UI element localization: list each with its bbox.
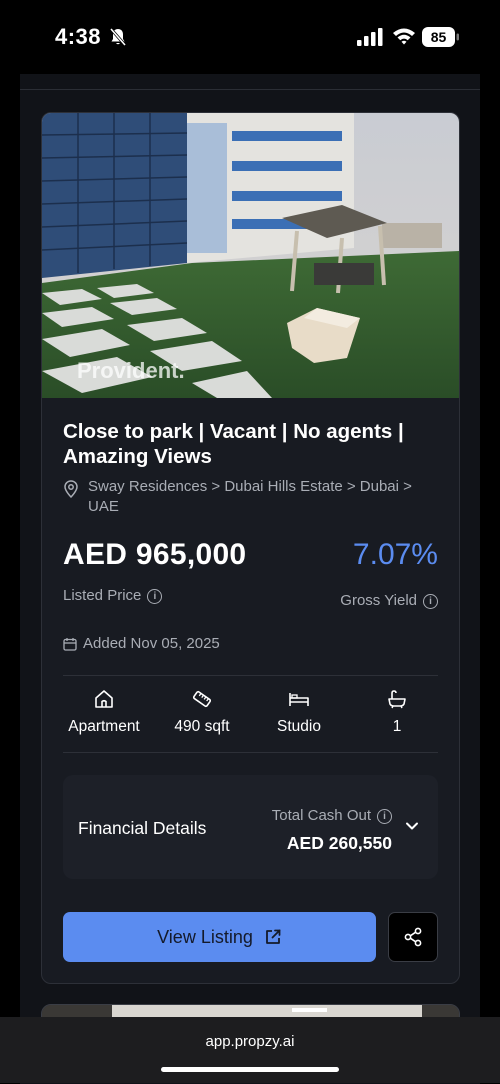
bed-icon — [289, 693, 309, 706]
calendar-icon — [63, 638, 77, 651]
info-icon[interactable]: i — [147, 588, 163, 604]
listed-price-label-text: Listed Price — [63, 587, 142, 604]
chevron-down-icon[interactable] — [405, 819, 419, 833]
bath-icon — [388, 690, 406, 709]
share-button[interactable] — [388, 912, 438, 962]
listing-photo[interactable]: Provident. — [42, 113, 459, 398]
feature-label: 1 — [392, 718, 402, 735]
feature-label: Studio — [277, 718, 321, 735]
view-listing-label: View Listing — [157, 926, 253, 947]
divider — [63, 675, 438, 676]
listed-price-label: Listed Price i — [63, 587, 163, 604]
total-cash-out-value: AED 260,550 — [286, 833, 392, 853]
feature-area: 490 sqft — [152, 688, 252, 736]
listed-price: AED 965,000 — [63, 538, 247, 571]
feature-bathrooms: 1 — [347, 688, 447, 736]
view-listing-button[interactable]: View Listing — [63, 912, 376, 962]
listing-card[interactable]: Provident. Close to park | Vacant | No a… — [41, 112, 460, 984]
divider — [63, 752, 438, 753]
cellular-signal-icon — [357, 28, 383, 46]
gross-yield-label: Gross Yield i — [340, 592, 438, 609]
financial-details-label: Financial Details — [78, 818, 207, 838]
gross-yield: 7.07% — [352, 538, 438, 571]
status-bar: 4:38 85 — [0, 0, 500, 74]
ruler-icon — [192, 690, 212, 708]
external-link-icon — [265, 929, 281, 944]
location-pin-icon — [64, 480, 78, 498]
total-cash-out-label-text: Total Cash Out — [271, 807, 371, 824]
gross-yield-label-text: Gross Yield — [340, 592, 417, 609]
added-date: Added Nov 05, 2025 — [83, 635, 220, 652]
feature-bedrooms: Studio — [249, 688, 349, 736]
photo-watermark: Provident. — [77, 358, 185, 383]
feature-label: 490 sqft — [174, 718, 230, 735]
financial-details-accordion[interactable]: Financial Details Total Cash Out i AED 26… — [63, 775, 438, 879]
listing-location: Sway Residences > Dubai Hills Estate > D… — [88, 478, 412, 515]
share-icon — [404, 927, 422, 947]
home-icon — [95, 690, 113, 708]
top-divider — [20, 89, 480, 90]
feature-property-type: Apartment — [54, 688, 154, 736]
status-time: 4:38 — [55, 24, 102, 49]
battery-icon: 85 — [422, 27, 459, 47]
info-icon[interactable]: i — [377, 808, 392, 824]
info-icon[interactable]: i — [423, 593, 438, 609]
wifi-icon — [393, 28, 415, 45]
bell-muted-icon — [109, 28, 127, 46]
battery-level: 85 — [431, 29, 447, 45]
total-cash-out-label: Total Cash Out i — [272, 807, 392, 824]
browser-address-bar[interactable]: app.propzy.ai — [0, 1017, 500, 1083]
feature-label: Apartment — [68, 718, 140, 735]
listing-title[interactable]: Close to park | Vacant | No agents | Ama… — [63, 419, 433, 469]
browser-url[interactable]: app.propzy.ai — [0, 1033, 500, 1050]
home-indicator[interactable] — [161, 1067, 339, 1072]
